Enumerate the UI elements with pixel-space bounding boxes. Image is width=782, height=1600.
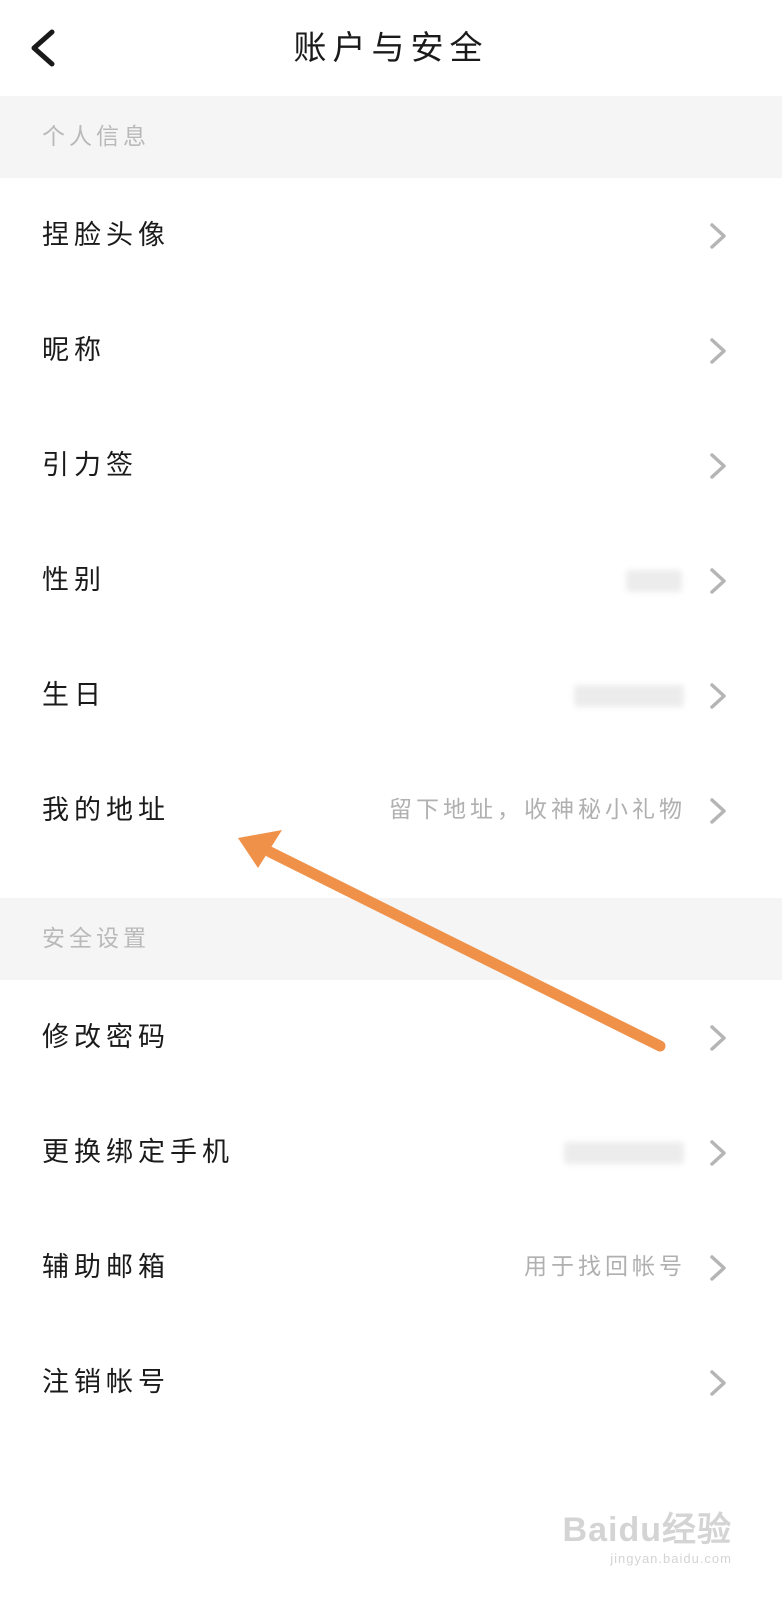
row-avatar[interactable]: 捏脸头像	[0, 178, 782, 293]
page-title: 账户与安全	[293, 28, 489, 67]
watermark-domain: jingyan.baidu.com	[610, 1551, 732, 1566]
redacted-value	[626, 570, 682, 592]
row-address[interactable]: 我的地址 留下地址，收神秘小礼物	[0, 753, 782, 868]
row-label: 更换绑定手机	[42, 1137, 234, 1168]
back-button[interactable]	[22, 22, 70, 74]
section-title: 个人信息	[42, 124, 150, 150]
chevron-right-icon	[706, 1022, 730, 1054]
row-label: 我的地址	[42, 795, 170, 826]
row-value: 用于找回帐号	[524, 1254, 686, 1280]
chevron-right-icon	[706, 220, 730, 252]
row-nickname[interactable]: 昵称	[0, 293, 782, 408]
row-label: 引力签	[42, 450, 138, 481]
chevron-right-icon	[706, 680, 730, 712]
row-signature[interactable]: 引力签	[0, 408, 782, 523]
account-security-screen: 账户与安全 个人信息 捏脸头像 昵称 引力签 性别 生日 我的地址 留下地址，收…	[0, 0, 782, 1600]
row-label: 修改密码	[42, 1022, 170, 1053]
row-change-phone[interactable]: 更换绑定手机	[0, 1095, 782, 1210]
chevron-right-icon	[706, 1252, 730, 1284]
section-header-personal-info: 个人信息	[0, 96, 782, 178]
row-label: 捏脸头像	[42, 220, 170, 251]
row-label: 注销帐号	[42, 1367, 170, 1398]
chevron-right-icon	[706, 450, 730, 482]
top-bar: 账户与安全	[0, 0, 782, 96]
row-backup-email[interactable]: 辅助邮箱 用于找回帐号	[0, 1210, 782, 1325]
chevron-right-icon	[706, 335, 730, 367]
redacted-value	[564, 1142, 684, 1164]
chevron-right-icon	[706, 1137, 730, 1169]
chevron-right-icon	[706, 1367, 730, 1399]
row-delete-account[interactable]: 注销帐号	[0, 1325, 782, 1440]
row-label: 辅助邮箱	[42, 1252, 170, 1283]
row-birthday[interactable]: 生日	[0, 638, 782, 753]
watermark: Baidu经验 jingyan.baidu.com	[563, 1502, 732, 1566]
chevron-left-icon	[31, 29, 55, 67]
row-label: 性别	[42, 565, 106, 596]
section-header-security-settings: 安全设置	[0, 898, 782, 980]
row-label: 昵称	[42, 335, 106, 366]
row-change-password[interactable]: 修改密码	[0, 980, 782, 1095]
chevron-right-icon	[706, 565, 730, 597]
section-title: 安全设置	[42, 926, 150, 952]
redacted-value	[574, 685, 684, 707]
watermark-brand: Baidu经验	[562, 1511, 732, 1549]
row-label: 生日	[42, 680, 106, 711]
row-gender[interactable]: 性别	[0, 523, 782, 638]
row-value: 留下地址，收神秘小礼物	[389, 797, 686, 823]
chevron-right-icon	[706, 795, 730, 827]
